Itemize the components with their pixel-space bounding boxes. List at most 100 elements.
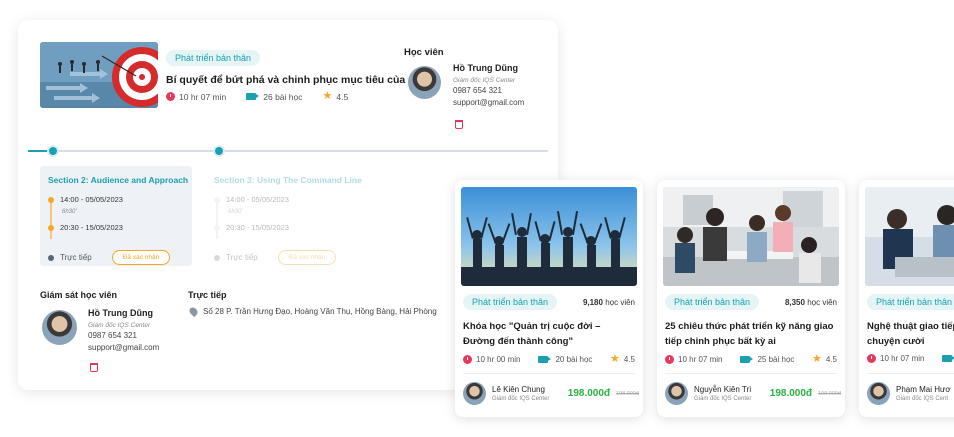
teacher-info: Nguyễn Kiên Trì Giám đốc IQS Center — [694, 384, 751, 404]
section-card-inactive[interactable]: Section 3: Using The Command Line 14:00 … — [206, 166, 362, 266]
course-thumbnail[interactable] — [40, 42, 158, 108]
learner-count: 9,180 học viên — [582, 297, 635, 307]
teacher-role: Giám đốc IQS Center — [694, 395, 752, 402]
course-card-rating: 4.5 — [825, 355, 837, 364]
session-item: 14:00 - 05/05/2023 — [48, 195, 123, 204]
supervisor-avatar — [42, 310, 77, 345]
course-card-tag[interactable]: Phát triển bản thân — [665, 294, 760, 310]
section-title: Section 3: Using The Command Line — [214, 175, 362, 185]
course-card-image[interactable] — [865, 187, 954, 286]
course-card-title[interactable]: Nghệ thuật giao tiếp chuyện cười — [867, 320, 954, 349]
divider — [867, 373, 954, 374]
teacher-role: Giám đốc IQS Cent — [896, 395, 949, 402]
learner-count: 8,350 học viên — [784, 297, 837, 307]
confirmed-badge[interactable]: Đã xác nhận — [277, 250, 337, 265]
supervisor-email: support@gmail.com — [88, 343, 160, 353]
section-title: Section 2: Audience and Approach — [48, 175, 189, 185]
clock-icon — [665, 355, 674, 364]
supervisor-heading: Giám sát học viên — [40, 290, 118, 300]
clock-icon — [867, 354, 876, 363]
course-card-duration: 10 hr 07 min — [678, 355, 723, 364]
confirmed-badge[interactable]: Đã xác nhận — [111, 250, 171, 265]
course-rating: 4.5 — [336, 91, 349, 102]
delete-supervisor-icon[interactable] — [90, 363, 98, 372]
timeline-dot-section-3[interactable] — [213, 145, 225, 157]
supervisor-info: Hồ Trung Dũng Giám đốc IQS Center 0987 6… — [88, 307, 159, 354]
session-connector — [50, 199, 52, 239]
course-old-price: 198.000đ — [818, 390, 841, 397]
teacher-avatar — [463, 382, 486, 405]
divider — [665, 373, 837, 374]
course-card-footer: Lê Kiên Chung Giám đốc IQS Center 198.00… — [463, 382, 639, 405]
star-icon: ★ — [812, 353, 822, 365]
student-email: support@gmail.com — [453, 98, 525, 108]
divider — [463, 373, 635, 374]
course-card[interactable]: Phát triển bản thân 8,350 học viên 25 ch… — [657, 180, 845, 417]
course-card-duration: 10 hr 00 min — [476, 355, 521, 364]
student-role: Giám đốc IQS Center — [453, 76, 516, 84]
course-card-lessons: 25 bài học — [757, 355, 795, 364]
teacher-name: Nguyễn Kiên Trì — [694, 384, 752, 394]
section-status: Trực tiếp Đã xác nhận — [214, 250, 337, 265]
course-card-tag-row: Phát triển bản thân 9,180 học viên — [463, 294, 635, 310]
course-thumbnail-illustration — [40, 42, 158, 108]
course-lessons: 26 bài học — [263, 91, 303, 102]
student-name: Hồ Trung Dũng — [453, 63, 518, 73]
course-card-meta: 10 hr 07 min — [867, 354, 954, 363]
course-card-tag-row: Phát triển bản thân — [867, 294, 954, 310]
course-price: 198.000đ — [567, 388, 611, 399]
star-icon: ★ — [610, 353, 620, 365]
teacher-info: Phạm Mai Hươ Giám đốc IQS Cent — [896, 384, 951, 404]
supervisor-name: Hồ Trung Dũng — [88, 308, 153, 318]
course-card-meta: 10 hr 07 min 25 bài học ★ 4.5 — [665, 354, 837, 365]
student-phone: 0987 654 321 — [453, 86, 502, 96]
course-card-tag[interactable]: Phát triển bản thân — [463, 294, 558, 310]
teacher-info: Lê Kiên Chung Giám đốc IQS Center — [492, 384, 549, 404]
course-card-tag[interactable]: Phát triển bản thân — [867, 294, 954, 310]
course-card[interactable]: Phát triển bản thân Nghệ thuật giao tiếp… — [859, 180, 954, 417]
course-card-rating: 4.5 — [623, 355, 635, 364]
live-address: Số 28 P. Trần Hưng Đạo, Hoàng Văn Thụ, H… — [187, 305, 437, 318]
course-title[interactable]: Bí quyết để bứt phá và chinh phục mục ti… — [166, 74, 433, 86]
session-item: 20:30 - 15/05/2023 — [48, 223, 123, 232]
status-label: Trực tiếp — [60, 253, 92, 262]
course-card-footer: Nguyễn Kiên Trì Giám đốc IQS Center 198.… — [665, 382, 841, 405]
page: Phát triển bản thân Bí quyết để bứt phá … — [0, 0, 954, 437]
video-icon — [538, 356, 552, 363]
course-card-image[interactable] — [461, 187, 637, 286]
course-card-title[interactable]: 25 chiêu thức phát triển kỹ năng giao ti… — [665, 320, 837, 349]
session-time: 20:30 - 15/05/2023 — [60, 223, 123, 232]
timeline-dot-section-2[interactable] — [47, 145, 59, 157]
session-connector — [216, 199, 218, 239]
course-card-photo — [461, 187, 637, 286]
course-price: 198.000đ — [769, 388, 813, 399]
session-time: 14:00 - 05/05/2023 — [60, 195, 123, 204]
video-icon — [740, 356, 754, 363]
section-status: Trực tiếp Đã xác nhận — [48, 250, 171, 265]
course-meta: 10 hr 07 min 26 bài học ★ 4.5 — [166, 91, 348, 102]
course-card-image[interactable] — [663, 187, 839, 286]
star-icon: ★ — [322, 90, 333, 102]
delete-student-icon[interactable] — [455, 120, 463, 129]
clock-icon — [463, 355, 472, 364]
teacher-name: Lê Kiên Chung — [492, 384, 545, 394]
course-card-footer: Phạm Mai Hươ Giám đốc IQS Cent — [867, 382, 954, 405]
clock-icon — [166, 92, 175, 101]
section-card-active[interactable]: Section 2: Audience and Approach 14:00 -… — [40, 166, 192, 266]
course-category-tag[interactable]: Phát triển bản thân — [166, 50, 261, 66]
course-card[interactable]: Phát triển bản thân 9,180 học viên Khóa … — [455, 180, 643, 417]
course-card-title[interactable]: Khóa học "Quản trị cuộc đời – Đường đến … — [463, 320, 635, 349]
session-duration: 6h30' — [62, 209, 77, 215]
teacher-avatar — [665, 382, 688, 405]
course-old-price: 198.000đ — [616, 390, 639, 397]
course-duration: 10 hr 07 min — [179, 91, 227, 102]
address-text: Số 28 P. Trần Hưng Đạo, Hoàng Văn Thụ, H… — [203, 307, 437, 316]
session-duration: 6h30' — [228, 209, 243, 215]
student-info: Hồ Trung Dũng Giám đốc IQS Center 0987 6… — [453, 62, 524, 109]
teacher-avatar — [867, 382, 890, 405]
live-heading: Trực tiếp — [188, 290, 227, 300]
timeline-track — [28, 150, 548, 152]
student-avatar — [408, 66, 441, 99]
student-heading: Học viên — [404, 47, 444, 58]
supervisor-role: Giám đốc IQS Center — [88, 321, 151, 329]
